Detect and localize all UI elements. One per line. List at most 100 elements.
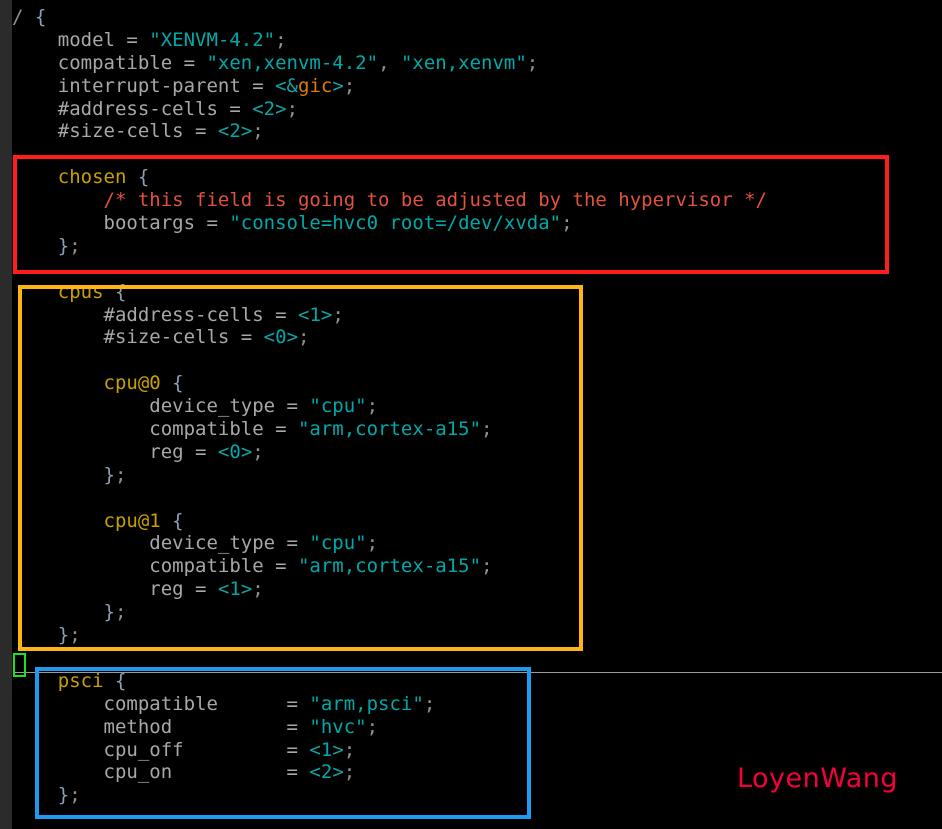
code-token-punct: ; xyxy=(114,601,127,624)
code-token-prop: cpu_off = xyxy=(12,738,310,761)
code-token-angle: < xyxy=(217,578,230,601)
code-token-angle: < xyxy=(217,440,230,463)
code-token-punct: ; xyxy=(481,418,493,441)
code-line: cpus { xyxy=(12,281,942,304)
code-token-punct: ; xyxy=(332,303,344,326)
code-token-angle: < xyxy=(263,326,276,349)
code-token-str: "XENVM-4.2" xyxy=(149,28,276,51)
code-line: reg = <0>; xyxy=(12,441,942,464)
code-token-angle: > xyxy=(286,326,299,349)
code-token-prop: compatible = xyxy=(12,51,207,74)
code-token-angle: > xyxy=(320,303,333,326)
code-line: reg = <1>; xyxy=(12,578,942,601)
code-token-num: 0 xyxy=(229,440,241,463)
code-token-punct: ; xyxy=(114,463,127,486)
code-token-angle: < xyxy=(252,97,264,120)
code-line: cpu@1 { xyxy=(12,510,942,533)
code-token-angle: < xyxy=(309,761,321,784)
code-token-prop: #size-cells = xyxy=(12,120,218,143)
code-token-str: "xen,xenvm-4.2" xyxy=(206,51,379,74)
code-token-prop: interrupt-parent = xyxy=(12,74,276,97)
code-token-punct: , xyxy=(378,51,401,74)
code-token-punct: ; xyxy=(343,738,356,761)
code-token-brace: { xyxy=(114,280,127,303)
code-token-prop: compatible = xyxy=(12,692,310,715)
code-token-num: 2 xyxy=(320,761,333,784)
code-token-punct: ; xyxy=(366,532,379,555)
code-token-punct: ; xyxy=(561,212,573,235)
code-token-angle: < xyxy=(297,303,310,326)
code-token-str: "arm,psci" xyxy=(309,692,424,715)
code-line: psci { xyxy=(12,670,942,693)
code-token-num: 1 xyxy=(309,303,321,326)
code-line: method = "hvc"; xyxy=(12,716,942,739)
code-token-num: 2 xyxy=(229,120,241,143)
code-token-angle: > xyxy=(275,97,287,120)
code-token-brace: { xyxy=(137,166,150,189)
code-token-angle: > xyxy=(240,120,253,143)
code-token-angle: > xyxy=(240,440,253,463)
code-token-prop: compatible = xyxy=(12,418,298,441)
code-token-node: chosen xyxy=(12,166,138,189)
code-line: compatible = "arm,psci"; xyxy=(12,693,942,716)
code-line: }; xyxy=(12,624,942,647)
code-token-str: "console=hvc0 root=/dev/xvda" xyxy=(229,212,562,235)
code-token-prop: #size-cells = xyxy=(12,326,264,349)
code-line: #size-cells = <2>; xyxy=(12,120,942,143)
code-line: }; xyxy=(12,235,942,258)
code-token-node: cpu@1 xyxy=(12,509,173,532)
editor-gutter xyxy=(0,0,12,829)
code-editor[interactable]: / { model = "XENVM-4.2"; compatible = "x… xyxy=(0,0,942,829)
code-token-angle: > xyxy=(240,578,253,601)
code-token-prop: bootargs = xyxy=(12,212,230,235)
code-token-brace: } xyxy=(12,601,115,624)
code-token-brace: { xyxy=(34,6,47,28)
code-token-punct: ; xyxy=(252,120,264,143)
watermark-label: LoyenWang xyxy=(736,763,898,794)
code-token-str: "xen,xenvm" xyxy=(400,51,527,74)
code-token-prop: #address-cells = xyxy=(12,303,298,326)
code-token-prop: method = xyxy=(12,715,310,738)
code-token-punct: ; xyxy=(526,51,539,74)
code-line: compatible = "arm,cortex-a15"; xyxy=(12,555,942,578)
code-token-num: 0 xyxy=(275,326,287,349)
code-token-str: "hvc" xyxy=(309,715,367,738)
code-line: interrupt-parent = <&gic>; xyxy=(12,75,942,98)
code-token-comment: /* this field is going to be adjusted by… xyxy=(12,189,767,212)
code-token-punct: ; xyxy=(343,74,356,97)
code-token-punct: ; xyxy=(286,97,299,120)
code-line: compatible = "arm,cortex-a15"; xyxy=(12,418,942,441)
code-token-node: cpu@0 xyxy=(12,372,173,395)
code-token-prop: reg = xyxy=(12,578,218,601)
code-token-brace: { xyxy=(114,669,127,692)
code-token-angle: < xyxy=(217,120,230,143)
code-token-angle: < xyxy=(309,738,321,761)
code-token-brace: } xyxy=(12,624,70,647)
code-token-punct: ; xyxy=(69,234,81,257)
code-token-punct: ; xyxy=(366,395,379,418)
code-token-num: 2 xyxy=(263,97,276,120)
code-token-punct: ; xyxy=(252,440,264,463)
code-line: }; xyxy=(12,601,942,624)
code-token-prop: reg = xyxy=(12,440,218,463)
code-token-prop: device_type = xyxy=(12,532,310,555)
code-token-punct: ; xyxy=(481,555,493,578)
code-token-angle: > xyxy=(332,761,344,784)
code-line: compatible = "xen,xenvm-4.2", "xen,xenvm… xyxy=(12,52,942,75)
code-token-punct: ; xyxy=(69,624,81,647)
code-token-angle: > xyxy=(332,738,344,761)
code-line: #size-cells = <0>; xyxy=(12,326,942,349)
code-token-prop: #address-cells = xyxy=(12,97,253,120)
code-line: cpu@0 { xyxy=(12,372,942,395)
code-line: cpu_off = <1>; xyxy=(12,739,942,762)
code-line: model = "XENVM-4.2"; xyxy=(12,29,942,52)
code-token-brace: { xyxy=(172,509,184,532)
code-token-punct: ; xyxy=(275,28,287,51)
code-token-punct: ; xyxy=(423,692,436,715)
code-token-str: "cpu" xyxy=(309,532,367,555)
code-content[interactable]: / { model = "XENVM-4.2"; compatible = "x… xyxy=(12,6,942,807)
